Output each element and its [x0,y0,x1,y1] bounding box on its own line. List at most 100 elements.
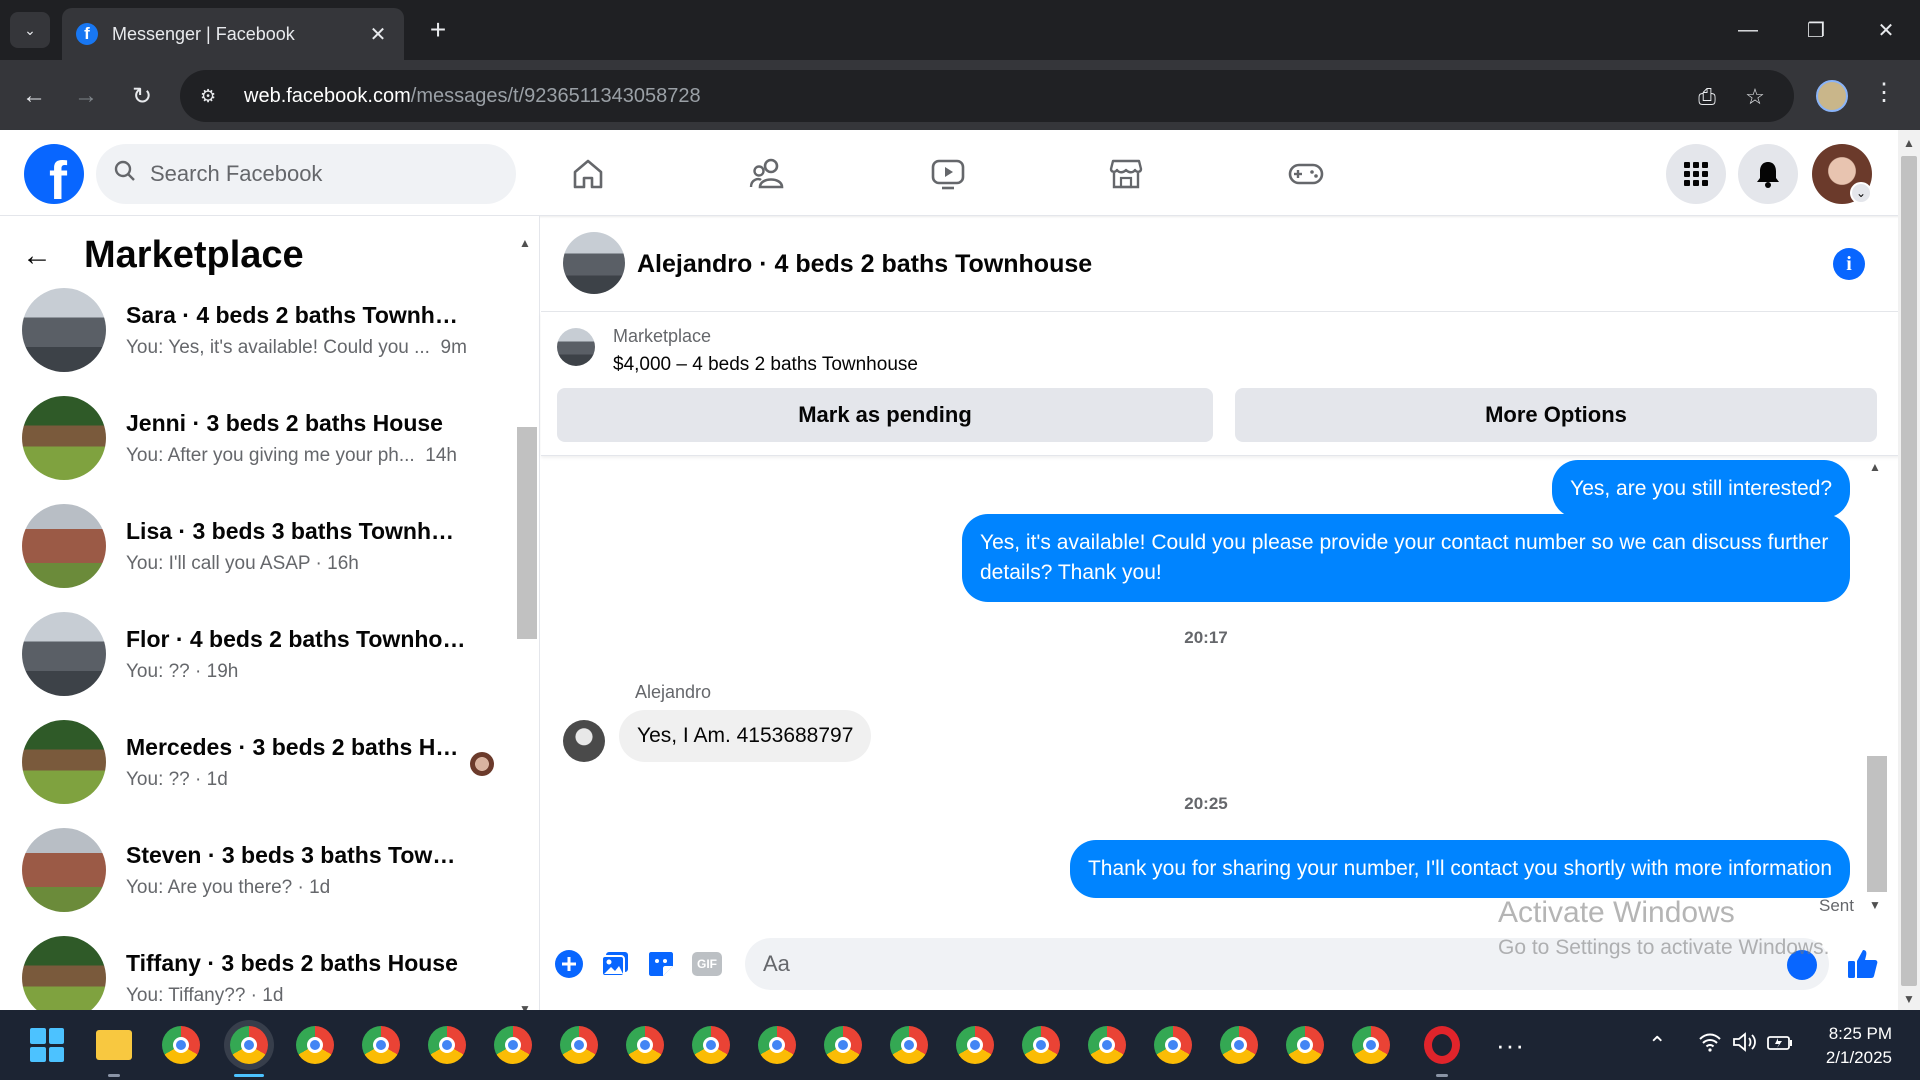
chrome-taskbar-icon[interactable] [626,1026,664,1064]
url-host: web.facebook.com [244,84,411,107]
back-icon[interactable]: ← [16,78,52,114]
message-thread-scrollbar[interactable]: ▲ ▼ [1866,456,1888,918]
volume-icon[interactable] [1732,1032,1758,1058]
forward-icon[interactable]: → [68,78,104,114]
conversation-item[interactable]: Steven · 3 beds 3 baths Townho... You: A… [22,822,492,918]
listing-price[interactable]: $4,000 – 4 beds 2 baths Townhouse [613,354,918,376]
listing-label: Marketplace [613,326,712,346]
chrome-taskbar-icon[interactable] [494,1026,532,1064]
more-apps-icon[interactable]: ··· [1496,1030,1525,1061]
listing-thumbnail[interactable] [557,328,595,366]
friends-nav-icon[interactable] [738,150,798,198]
browser-tab-messenger[interactable]: f Messenger | Facebook ✕ [62,8,404,60]
chrome-taskbar-icon[interactable] [824,1026,862,1064]
chrome-taskbar-icon[interactable] [1088,1026,1126,1064]
scroll-down-arrow-icon[interactable]: ▼ [1869,898,1881,912]
scroll-up-arrow-icon[interactable]: ▲ [519,236,531,250]
page-scrollbar[interactable]: ▲ ▼ [1898,130,1920,1010]
bookmark-star-icon[interactable]: ☆ [1740,82,1770,112]
marketplace-conversation-list: ← Marketplace Sara · 4 beds 2 baths Town… [0,216,540,1010]
new-tab-button[interactable]: + [420,14,456,46]
chevron-down-icon[interactable]: ⌄ [1850,182,1872,204]
chrome-taskbar-icon[interactable] [758,1026,796,1064]
scrollbar-thumb[interactable] [517,427,537,639]
chrome-taskbar-icon[interactable] [1022,1026,1060,1064]
chat-listing-avatar[interactable] [563,232,625,294]
wifi-icon[interactable] [1698,1032,1722,1058]
windows-start-icon[interactable] [30,1028,64,1062]
reload-icon[interactable]: ↻ [124,78,160,114]
show-hidden-icons-icon[interactable]: ⌃ [1648,1032,1666,1058]
gaming-nav-icon[interactable] [1276,150,1336,198]
site-info-icon[interactable]: ⚙ [200,86,228,107]
chrome-taskbar-icon[interactable] [1154,1026,1192,1064]
conversation-item[interactable]: Mercedes · 3 beds 2 baths Ho... You: ?? … [22,714,494,810]
battery-icon[interactable] [1766,1032,1794,1058]
search-box[interactable] [96,144,516,204]
chrome-taskbar-icon[interactable] [296,1026,334,1064]
scroll-up-arrow-icon[interactable]: ▲ [1903,136,1915,150]
install-app-icon[interactable]: ⎙ [1692,82,1722,112]
browser-menu-icon[interactable]: ⋮ [1872,78,1896,107]
conversation-list-scrollbar[interactable]: ▲ ▼ [516,232,538,1010]
minimize-icon[interactable]: — [1724,10,1772,50]
system-clock[interactable]: 8:25 PM 2/1/2025 [1812,1022,1892,1070]
chrome-taskbar-icon[interactable] [362,1026,400,1064]
scroll-down-arrow-icon[interactable]: ▼ [1903,992,1915,1006]
chrome-taskbar-icon[interactable] [1286,1026,1324,1064]
scrollbar-thumb[interactable] [1867,756,1887,892]
outgoing-message[interactable]: Yes, it's available! Could you please pr… [962,514,1850,602]
more-actions-plus-icon[interactable] [553,948,585,980]
home-nav-icon[interactable] [558,150,618,198]
scroll-up-arrow-icon[interactable]: ▲ [1869,460,1881,474]
conversation-name: Lisa · 3 beds 3 baths Townhouse [126,517,466,544]
browser-profile-avatar[interactable] [1816,80,1848,112]
menu-grid-icon[interactable] [1666,144,1726,204]
back-arrow-icon[interactable]: ← [22,239,62,273]
chrome-taskbar-icon[interactable] [890,1026,928,1064]
window-close-icon[interactable]: ✕ [1862,10,1910,50]
conversation-item[interactable]: Lisa · 3 beds 3 baths Townhouse You: I'l… [22,498,492,594]
conversation-item[interactable]: Flor · 4 beds 2 baths Townhouse You: ?? … [22,606,492,702]
chrome-taskbar-icon[interactable] [428,1026,466,1064]
opera-taskbar-icon[interactable] [1424,1026,1460,1064]
file-explorer-icon[interactable] [96,1030,132,1060]
conversation-item[interactable]: Sara · 4 beds 2 baths Townhouse You: Yes… [22,282,492,378]
tab-close-icon[interactable]: ✕ [366,22,390,47]
chrome-taskbar-icon[interactable] [1352,1026,1390,1064]
chrome-taskbar-icon[interactable] [1220,1026,1258,1064]
chrome-taskbar-icon[interactable] [692,1026,730,1064]
outgoing-message[interactable]: Thank you for sharing your number, I'll … [1069,840,1850,898]
more-options-button[interactable]: More Options [1235,388,1877,442]
chrome-taskbar-icon[interactable] [956,1026,994,1064]
running-indicator [1436,1074,1448,1077]
outgoing-message[interactable]: Yes, are you still interested? [1552,460,1850,518]
incoming-message[interactable]: Yes, I Am. 4153688797 [619,710,872,762]
chrome-taskbar-icon[interactable] [230,1026,268,1064]
scroll-down-arrow-icon[interactable]: ▼ [519,1002,531,1010]
info-icon[interactable]: i [1833,248,1865,280]
notifications-bell-icon[interactable] [1738,144,1798,204]
sticker-icon[interactable] [645,948,677,980]
gif-icon[interactable]: GIF [691,948,723,980]
listing-thumbnail [22,720,106,804]
like-thumbs-up-icon[interactable] [1843,944,1883,984]
activate-windows-hint: Go to Settings to activate Windows. [1498,936,1830,959]
marketplace-nav-icon[interactable] [1096,150,1156,198]
address-bar[interactable]: ⚙ web.facebook.com/messages/t/9236511343… [180,70,1794,122]
mark-as-pending-button[interactable]: Mark as pending [557,388,1213,442]
conversation-item[interactable]: Tiffany · 3 beds 2 baths House You: Tiff… [22,930,492,1010]
chrome-taskbar-icon[interactable] [560,1026,598,1064]
search-input[interactable] [150,161,490,187]
sent-status: Sent [1819,896,1854,915]
tab-search-button[interactable]: ⌄ [10,12,50,48]
scrollbar-thumb[interactable] [1901,156,1917,986]
conversation-item[interactable]: Jenni · 3 beds 2 baths House You: After … [22,390,492,486]
watch-nav-icon[interactable] [918,150,978,198]
photo-attach-icon[interactable] [599,948,631,980]
chat-title[interactable]: Alejandro · 4 beds 2 baths Townhouse [637,250,1092,279]
restore-icon[interactable]: ❐ [1792,10,1840,50]
chrome-taskbar-icon[interactable] [162,1026,200,1064]
sender-avatar[interactable] [563,720,605,762]
facebook-logo[interactable]: f [24,144,84,204]
